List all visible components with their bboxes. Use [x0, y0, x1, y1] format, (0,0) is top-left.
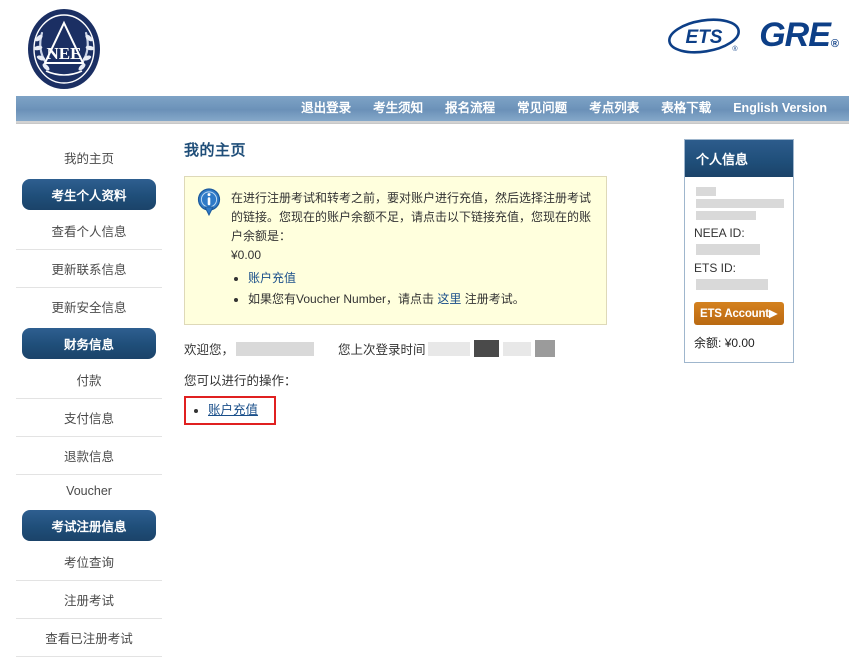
- sidebar-section-financial-info[interactable]: 财务信息: [22, 328, 156, 359]
- redacted-login-time-2: [473, 340, 499, 357]
- info-voucher-text-before: 如果您有Voucher Number，请点击: [248, 292, 438, 306]
- sidebar-item-refund-info[interactable]: 退款信息: [16, 437, 162, 475]
- redacted-name-line-3: [696, 211, 756, 220]
- last-login-label: 您上次登录时间: [338, 343, 426, 357]
- action-list: 账户充值: [190, 402, 258, 418]
- info-list-item-voucher: 如果您有Voucher Number，请点击 这里 注册考试。: [248, 289, 592, 310]
- action-highlight-box: 账户充值: [184, 396, 277, 425]
- nav-faq[interactable]: 常见问题: [506, 95, 578, 122]
- personal-info-panel-body: NEEA ID: ETS ID: ETS Account▶ 余额: ¥0.00: [685, 177, 793, 362]
- info-list-item-recharge: 账户充值: [248, 268, 592, 289]
- balance-value: ¥0.00: [724, 336, 755, 350]
- sidebar-item-payment-info[interactable]: 支付信息: [16, 399, 162, 437]
- sidebar-section-personal-profile[interactable]: 考生个人资料: [22, 179, 156, 210]
- neea-logo-text: NEE: [47, 44, 82, 63]
- info-voucher-text-after: 注册考试。: [461, 292, 525, 306]
- sidebar-item-update-contact-info[interactable]: 更新联系信息: [16, 250, 162, 288]
- welcome-greeting: 欢迎您，: [184, 343, 235, 357]
- page-header: NEE ETS ® GRE®: [0, 0, 865, 96]
- info-link-here[interactable]: 这里: [437, 292, 461, 306]
- redacted-login-time-3: [502, 341, 531, 356]
- nav-form-download[interactable]: 表格下载: [650, 95, 722, 122]
- nav-test-taker-notice[interactable]: 考生须知: [362, 95, 434, 122]
- ets-id-label: ETS ID:: [694, 261, 737, 275]
- nav-logout[interactable]: 退出登录: [290, 95, 362, 122]
- info-balance-value: ¥0.00: [231, 248, 262, 262]
- nav-test-center-list[interactable]: 考点列表: [578, 95, 650, 122]
- ets-logo: ETS ®: [665, 16, 743, 56]
- nav-english-version[interactable]: English Version: [722, 95, 827, 122]
- svg-text:ETS: ETS: [686, 27, 723, 48]
- sidebar-item-view-registered-tests[interactable]: 查看已注册考试: [16, 619, 162, 657]
- info-message-box: 在进行注册考试和转考之前，要对账户进行充值，然后选择注册考试的链接。您现在的账户…: [184, 176, 607, 325]
- redacted-login-time-1: [427, 341, 470, 356]
- gre-registered-icon: ®: [830, 38, 839, 50]
- personal-info-panel: 个人信息 NEEA ID: ETS ID: ETS Account▶ 余额: ¥…: [684, 139, 794, 363]
- svg-text:®: ®: [733, 45, 739, 53]
- redacted-name-line-2: [696, 199, 784, 208]
- neea-logo: NEE: [20, 7, 108, 91]
- balance-row: 余额: ¥0.00: [694, 334, 784, 351]
- brand-logos: ETS ® GRE®: [665, 16, 839, 56]
- info-link-account-recharge[interactable]: 账户充值: [248, 271, 296, 285]
- redacted-ets-id-value: [696, 279, 768, 290]
- sidebar-section-test-registration-info[interactable]: 考试注册信息: [22, 510, 156, 541]
- gre-logo: GRE®: [759, 16, 839, 54]
- nav-registration-process[interactable]: 报名流程: [434, 95, 506, 122]
- neea-id-label: NEEA ID:: [694, 226, 745, 240]
- sidebar-item-my-homepage[interactable]: 我的主页: [16, 139, 162, 176]
- redacted-name-line-1: [696, 187, 716, 196]
- sidebar-item-seat-search[interactable]: 考位查询: [16, 543, 162, 581]
- redacted-name-block: [694, 187, 784, 220]
- list-item: 账户充值: [208, 402, 258, 418]
- redacted-user-name: [236, 341, 315, 356]
- gre-logo-text: GRE: [759, 16, 831, 54]
- balance-label: 余额:: [694, 336, 722, 350]
- actions-label: 您可以进行的操作：: [184, 374, 297, 388]
- sidebar-item-payment[interactable]: 付款: [16, 361, 162, 399]
- sidebar-item-update-security-info[interactable]: 更新安全信息: [16, 288, 162, 325]
- info-paragraph: 在进行注册考试和转考之前，要对账户进行充值，然后选择注册考试的链接。您现在的账户…: [231, 191, 592, 243]
- action-account-recharge[interactable]: 账户充值: [208, 403, 258, 417]
- main-navigation: 退出登录 考生须知 报名流程 常见问题 考点列表 表格下载 English Ve…: [16, 96, 849, 123]
- personal-info-panel-title: 个人信息: [685, 140, 793, 177]
- sidebar-item-register-test[interactable]: 注册考试: [16, 581, 162, 619]
- ets-account-button[interactable]: ETS Account▶: [694, 302, 784, 325]
- sidebar: 我的主页 考生个人资料 查看个人信息 更新联系信息 更新安全信息 财务信息 付款…: [16, 139, 162, 657]
- redacted-neea-id-value: [696, 244, 760, 255]
- redacted-login-time-4: [534, 340, 555, 357]
- info-bubble-icon: [196, 188, 222, 217]
- info-action-list: 账户充值 如果您有Voucher Number，请点击 这里 注册考试。: [231, 268, 592, 310]
- sidebar-item-voucher[interactable]: Voucher: [16, 475, 162, 507]
- sidebar-item-view-personal-info[interactable]: 查看个人信息: [16, 212, 162, 250]
